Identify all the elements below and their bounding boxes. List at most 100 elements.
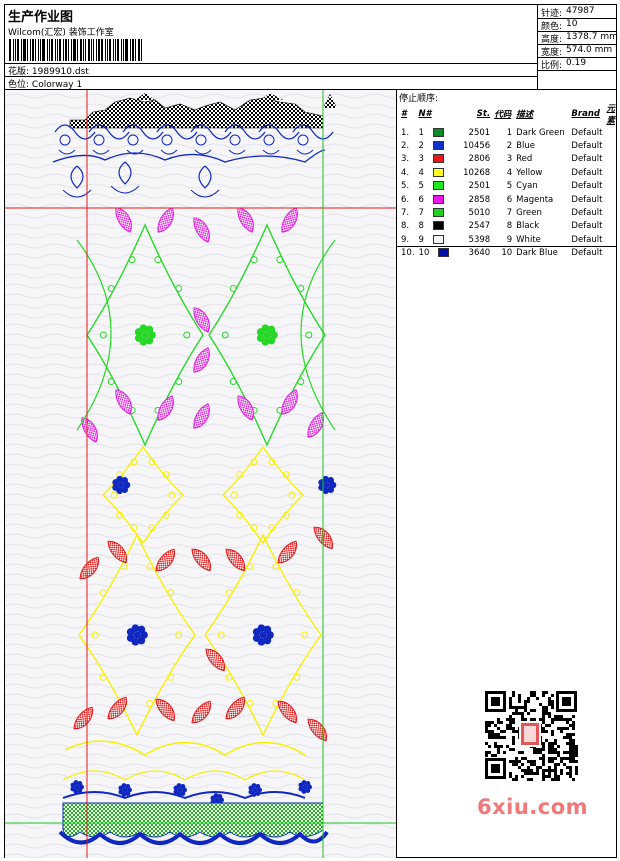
color-swatch bbox=[438, 248, 450, 258]
row-stitches: 2547 bbox=[468, 221, 491, 232]
row-element bbox=[604, 166, 617, 179]
row-brand: Default bbox=[571, 194, 603, 205]
color-swatch bbox=[432, 234, 444, 244]
row-brand: Default bbox=[571, 234, 603, 245]
row-description: Dark Green bbox=[516, 127, 565, 138]
row-needle: 6 bbox=[417, 193, 452, 206]
row-index: 10. bbox=[401, 248, 415, 259]
page-title: 生产作业图 bbox=[8, 10, 74, 25]
row-code: 8 bbox=[506, 221, 513, 232]
row-needle: 2 bbox=[417, 139, 452, 152]
color-swatch bbox=[432, 181, 444, 191]
row-element bbox=[604, 180, 617, 193]
header-info: 生产作业图 Wilcom(汇宏) 装饰工作室 花版: 1989910.dst 色… bbox=[5, 5, 538, 90]
row-element bbox=[604, 193, 617, 206]
row-description: Blue bbox=[516, 141, 535, 152]
row-description: Dark Blue bbox=[516, 248, 558, 259]
divider bbox=[5, 76, 537, 77]
color-swatch bbox=[432, 127, 444, 137]
row-element bbox=[604, 247, 617, 260]
qr-code bbox=[481, 687, 581, 783]
row-brand: Default bbox=[571, 221, 603, 232]
embroidery-design bbox=[5, 90, 396, 858]
row-element bbox=[604, 233, 617, 246]
col-header: 元素 bbox=[606, 104, 615, 126]
row-stitches: 10268 bbox=[463, 167, 491, 178]
row-code: 2 bbox=[506, 141, 513, 152]
row-description: Green bbox=[516, 208, 542, 219]
row-description: Yellow bbox=[516, 167, 543, 178]
barcode bbox=[9, 39, 143, 61]
row-element bbox=[604, 126, 617, 139]
row-index: 4. bbox=[401, 167, 410, 178]
row-index: 9. bbox=[401, 234, 410, 245]
row-code: 1 bbox=[506, 127, 513, 138]
row-stitches: 5010 bbox=[468, 208, 491, 219]
production-worksheet: 生产作业图 Wilcom(汇宏) 装饰工作室 花版: 1989910.dst 色… bbox=[4, 4, 618, 858]
color-row: 10. 10 3640 10 Dark Blue Default bbox=[399, 247, 617, 260]
row-code: 6 bbox=[506, 194, 513, 205]
row-needle: 8 bbox=[417, 220, 452, 233]
row-index: 2. bbox=[401, 141, 410, 152]
studio-name: Wilcom(汇宏) 装饰工作室 bbox=[8, 28, 114, 38]
row-code: 10 bbox=[501, 248, 513, 259]
color-row: 7. 7 5010 7 Green Default bbox=[399, 206, 617, 219]
row-element bbox=[604, 139, 617, 152]
row-description: Black bbox=[516, 221, 540, 232]
row-code: 9 bbox=[506, 234, 513, 245]
row-index: 5. bbox=[401, 181, 410, 192]
color-table: # N# St. 代码 描述 Brand 元素 1. 1 2501 1 Dark Gr… bbox=[399, 102, 617, 260]
col-header: Brand bbox=[571, 109, 600, 119]
row-stitches: 2806 bbox=[468, 154, 491, 165]
row-description: White bbox=[516, 234, 541, 245]
col-header: St. bbox=[476, 109, 491, 119]
row-brand: Default bbox=[571, 248, 603, 259]
color-row: 8. 8 2547 8 Black Default bbox=[399, 220, 617, 233]
row-needle: 1 bbox=[417, 126, 452, 139]
row-stitches: 2501 bbox=[468, 181, 491, 192]
color-swatch bbox=[432, 194, 444, 204]
row-needle: 7 bbox=[417, 206, 452, 219]
color-swatch bbox=[432, 167, 444, 177]
color-swatch bbox=[432, 221, 444, 231]
row-code: 5 bbox=[506, 181, 513, 192]
row-index: 3. bbox=[401, 154, 410, 165]
row-brand: Default bbox=[571, 167, 603, 178]
row-needle: 5 bbox=[417, 180, 452, 193]
row-description: Cyan bbox=[516, 181, 538, 192]
color-swatch bbox=[432, 141, 444, 151]
row-index: 6. bbox=[401, 194, 410, 205]
spec-panel: 针迹: 47987 颜色: 10 高度: 1378.7 mm 宽度: 574.0 mm … bbox=[538, 5, 618, 89]
row-stitches: 2501 bbox=[468, 127, 491, 138]
row-element bbox=[604, 153, 617, 166]
col-header: 代码 bbox=[494, 110, 512, 120]
row-brand: Default bbox=[571, 208, 603, 219]
col-header: 描述 bbox=[516, 110, 534, 120]
row-stitches: 5398 bbox=[468, 234, 491, 245]
color-row: 1. 1 2501 1 Dark Green Default bbox=[399, 126, 617, 139]
row-code: 3 bbox=[506, 154, 513, 165]
row-index: 8. bbox=[401, 221, 410, 232]
row-needle: 3 bbox=[417, 153, 452, 166]
row-index: 1. bbox=[401, 127, 410, 138]
row-brand: Default bbox=[571, 141, 603, 152]
color-row: 3. 3 2806 3 Red Default bbox=[399, 153, 617, 166]
color-row: 2. 2 10456 2 Blue Default bbox=[399, 139, 617, 152]
color-row: 6. 6 2858 6 Magenta Default bbox=[399, 193, 617, 206]
col-header: N# bbox=[418, 109, 432, 119]
row-code: 7 bbox=[506, 208, 513, 219]
row-brand: Default bbox=[571, 127, 603, 138]
color-row: 4. 4 10268 4 Yellow Default bbox=[399, 166, 617, 179]
col-header: # bbox=[401, 109, 407, 119]
embroidery-artwork bbox=[5, 89, 397, 858]
row-brand: Default bbox=[571, 154, 603, 165]
row-element bbox=[604, 206, 617, 219]
stop-sequence-panel: 停止顺序: # N# St. 代码 描述 Brand 元素 1. 1 2501 1 D… bbox=[397, 89, 617, 258]
row-needle: 9 bbox=[417, 233, 452, 246]
row-needle: 4 bbox=[417, 166, 452, 179]
color-row: 5. 5 2501 5 Cyan Default bbox=[399, 180, 617, 193]
color-swatch bbox=[432, 154, 444, 164]
color-row: 9. 9 5398 9 White Default bbox=[399, 233, 617, 246]
row-stitches: 2858 bbox=[468, 194, 491, 205]
row-index: 7. bbox=[401, 208, 410, 219]
